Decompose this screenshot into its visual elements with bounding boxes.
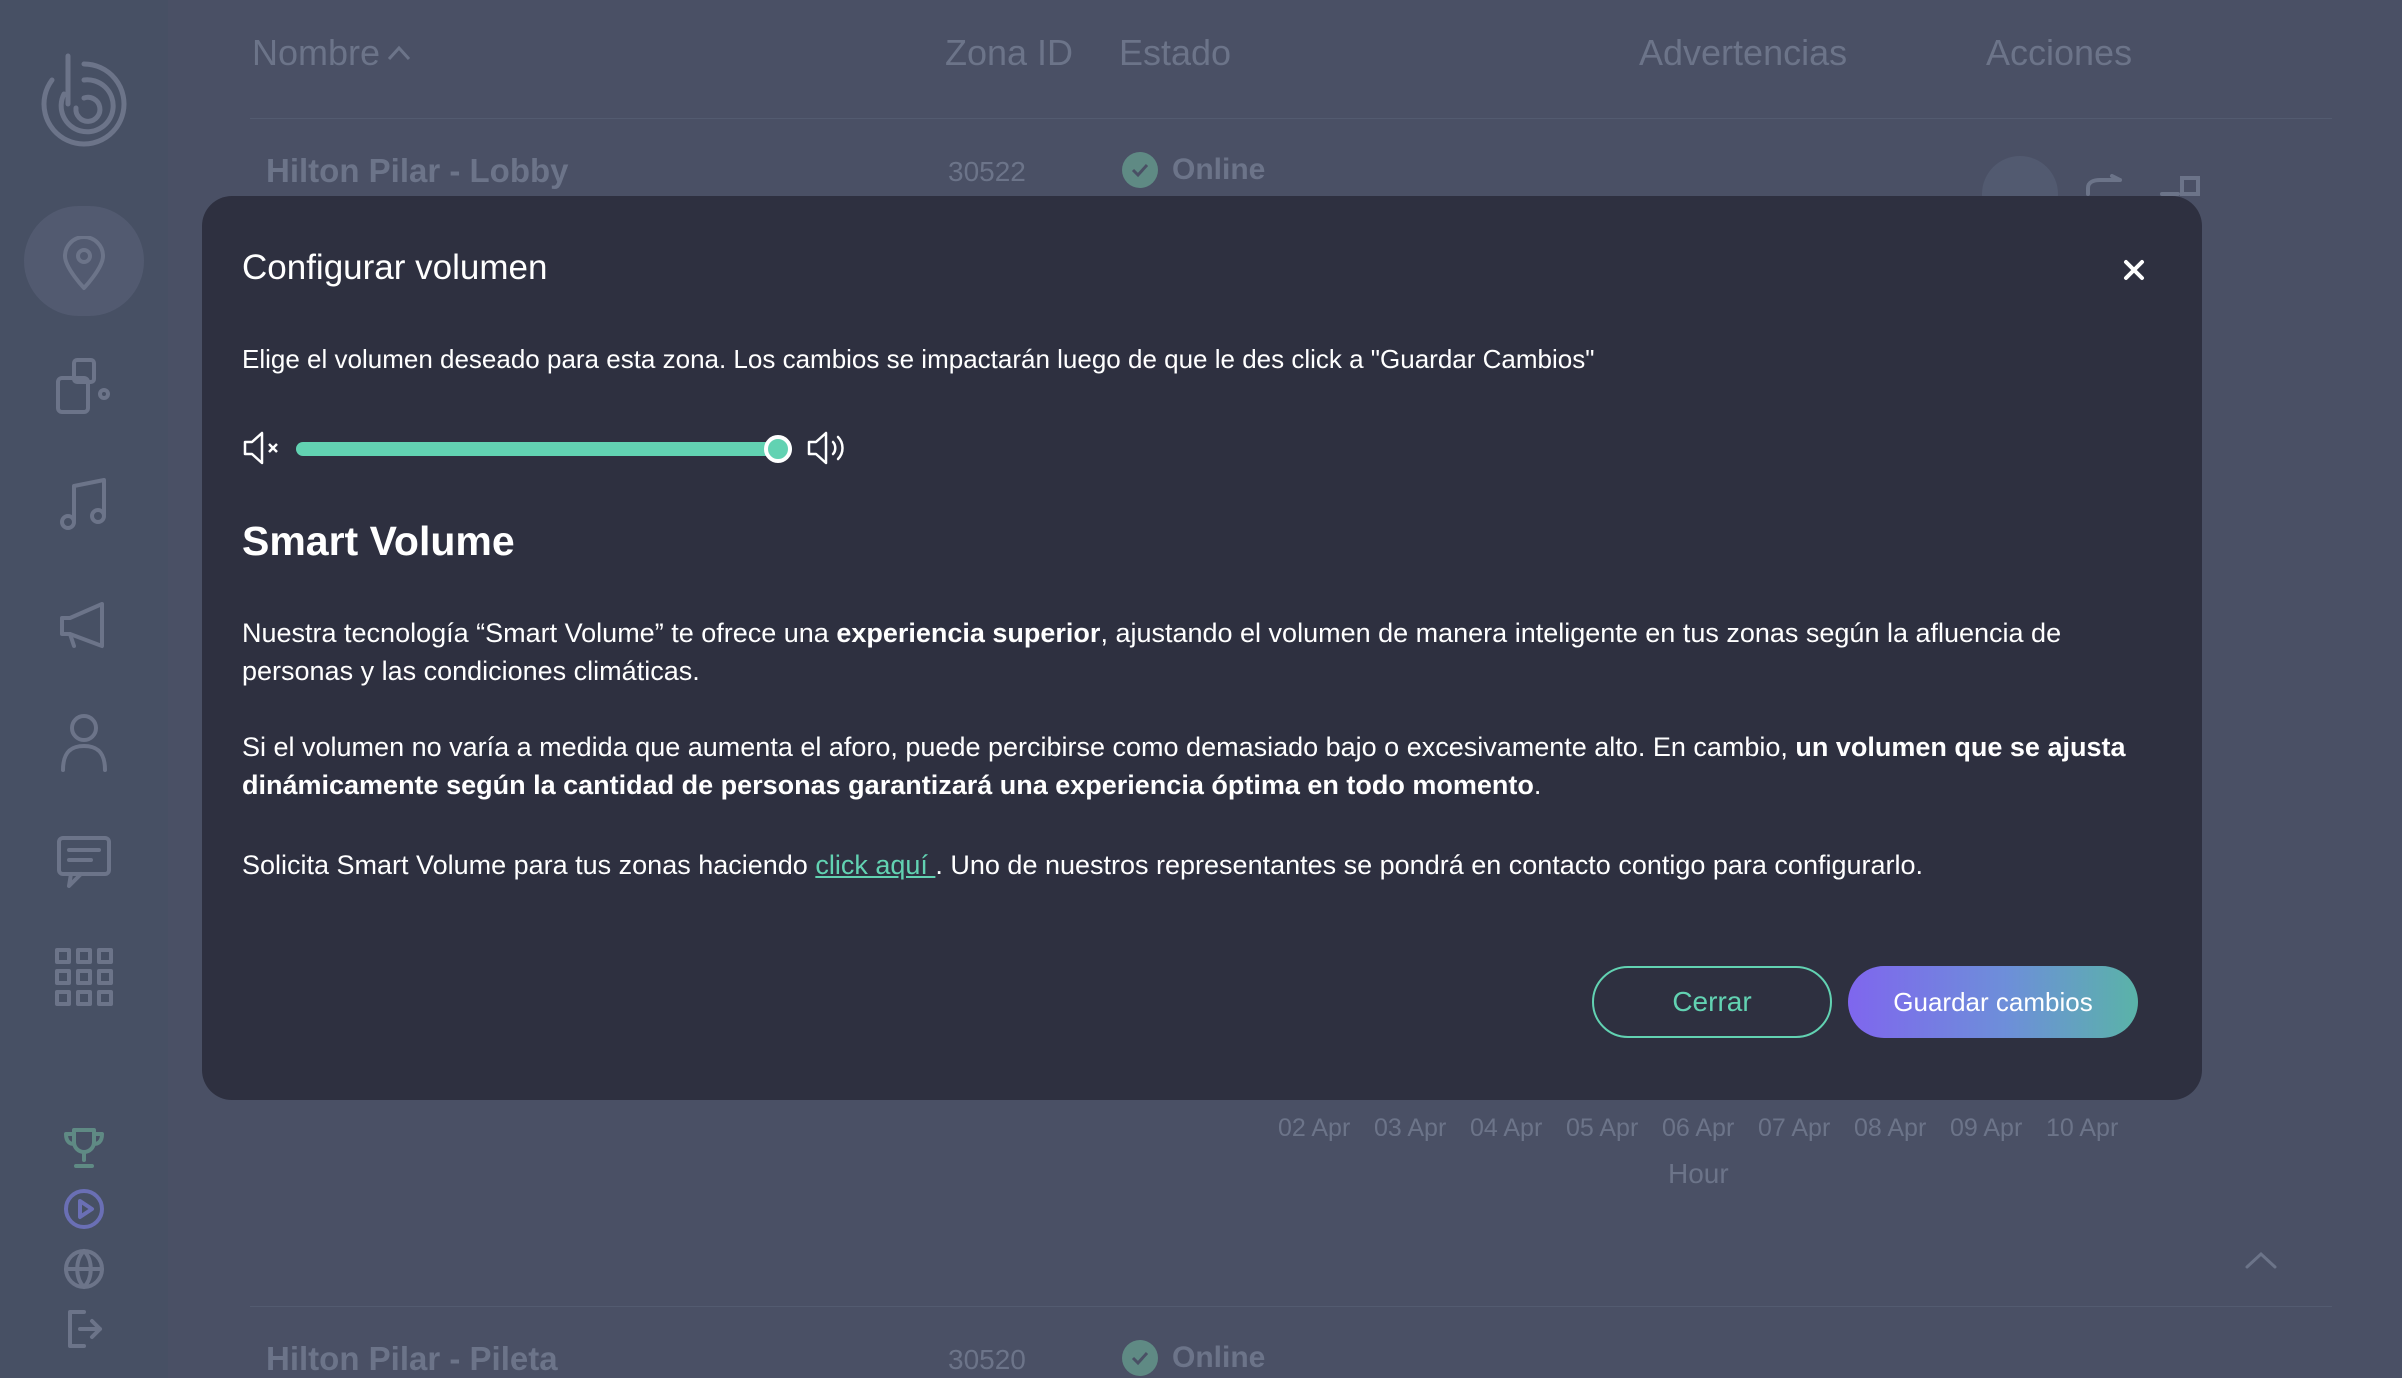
mute-icon[interactable] bbox=[242, 430, 282, 470]
chart-x-tick: 10 Apr bbox=[2046, 1114, 2119, 1142]
globe-icon[interactable] bbox=[0, 1248, 168, 1290]
modal-description: Elige el volumen deseado para esta zona.… bbox=[242, 344, 1595, 374]
chart-x-axis-label: Hour bbox=[1668, 1158, 1729, 1189]
row-status-label: Online bbox=[1172, 153, 1266, 186]
row-status-label: Online bbox=[1172, 1341, 1266, 1374]
volume-slider-thumb[interactable] bbox=[764, 435, 792, 463]
row-zone-id: 30520 bbox=[948, 1344, 1026, 1375]
row-status: Online bbox=[1122, 152, 1265, 188]
music-icon[interactable] bbox=[0, 476, 168, 532]
header-advertencias[interactable]: Advertencias bbox=[1639, 32, 1847, 74]
apps-grid-icon[interactable] bbox=[0, 948, 168, 1006]
header-nombre-label: Nombre bbox=[252, 32, 381, 73]
location-pin-icon[interactable] bbox=[0, 236, 168, 292]
close-icon[interactable] bbox=[2118, 254, 2150, 286]
row-divider bbox=[250, 1306, 2332, 1307]
p2-text-end: . bbox=[1533, 770, 1542, 800]
smart-volume-paragraph-1: Nuestra tecnología “Smart Volume” te ofr… bbox=[242, 614, 2172, 690]
devices-icon[interactable] bbox=[0, 356, 168, 416]
guardar-cambios-button[interactable]: Guardar cambios bbox=[1848, 966, 2138, 1038]
chat-icon[interactable] bbox=[0, 834, 168, 890]
row-status: Online bbox=[1122, 1340, 1265, 1376]
sort-up-icon bbox=[387, 45, 411, 61]
p3-text: Solicita Smart Volume para tus zonas hac… bbox=[242, 850, 816, 880]
row-zone-name[interactable]: Hilton Pilar - Lobby bbox=[266, 152, 569, 190]
header-nombre[interactable]: Nombre bbox=[252, 32, 412, 74]
volume-modal: Configurar volumen Elige el volumen dese… bbox=[202, 196, 2202, 1100]
header-zona-id[interactable]: Zona ID bbox=[945, 32, 1073, 74]
trophy-icon[interactable] bbox=[0, 1126, 168, 1170]
user-icon[interactable] bbox=[0, 712, 168, 772]
p1-bold: experiencia superior bbox=[836, 618, 1101, 648]
click-here-link[interactable]: click aquí bbox=[815, 850, 935, 880]
chart-x-tick: 07 Apr bbox=[1758, 1114, 1831, 1142]
smart-volume-paragraph-3: Solicita Smart Volume para tus zonas hac… bbox=[242, 846, 2172, 884]
header-acciones: Acciones bbox=[1986, 32, 2133, 73]
chart-x-tick: 05 Apr bbox=[1566, 1114, 1639, 1142]
header-divider bbox=[250, 118, 2332, 119]
modal-title: Configurar volumen bbox=[242, 248, 548, 287]
preview-action-icon[interactable] bbox=[1980, 154, 2060, 232]
chart-x-tick: 09 Apr bbox=[1950, 1114, 2023, 1142]
volume-control bbox=[242, 428, 862, 468]
chart-x-tick: 03 Apr bbox=[1374, 1114, 1447, 1142]
p2-text: Si el volumen no varía a medida que aume… bbox=[242, 732, 1796, 762]
volume-slider[interactable] bbox=[296, 442, 792, 456]
p3-text-end: . Uno de nuestros representantes se pond… bbox=[935, 850, 1924, 880]
chart-x-tick: 08 Apr bbox=[1854, 1114, 1927, 1142]
smart-volume-paragraph-2: Si el volumen no varía a medida que aume… bbox=[242, 728, 2172, 804]
p1-text: Nuestra tecnología “Smart Volume” te ofr… bbox=[242, 618, 837, 648]
megaphone-icon[interactable] bbox=[0, 596, 168, 652]
chart-x-tick: 04 Apr bbox=[1470, 1114, 1543, 1142]
volume-max-icon[interactable] bbox=[806, 430, 848, 470]
chart-x-tick: 02 Apr bbox=[1278, 1114, 1351, 1142]
header-estado[interactable]: Estado bbox=[1119, 32, 1231, 74]
collapse-chevron-icon[interactable] bbox=[2244, 1250, 2278, 1274]
check-icon bbox=[1122, 152, 1158, 188]
sidebar bbox=[0, 0, 168, 1378]
play-circle-icon[interactable] bbox=[0, 1188, 168, 1230]
row-zone-id: 30522 bbox=[948, 156, 1026, 187]
app-logo-icon[interactable] bbox=[0, 50, 168, 154]
chart-x-tick: 06 Apr bbox=[1662, 1114, 1735, 1142]
logout-icon[interactable] bbox=[0, 1308, 168, 1350]
check-icon bbox=[1122, 1340, 1158, 1376]
cerrar-button[interactable]: Cerrar bbox=[1592, 966, 1832, 1038]
row-zone-name[interactable]: Hilton Pilar - Pileta bbox=[266, 1340, 558, 1378]
smart-volume-title: Smart Volume bbox=[242, 518, 515, 564]
